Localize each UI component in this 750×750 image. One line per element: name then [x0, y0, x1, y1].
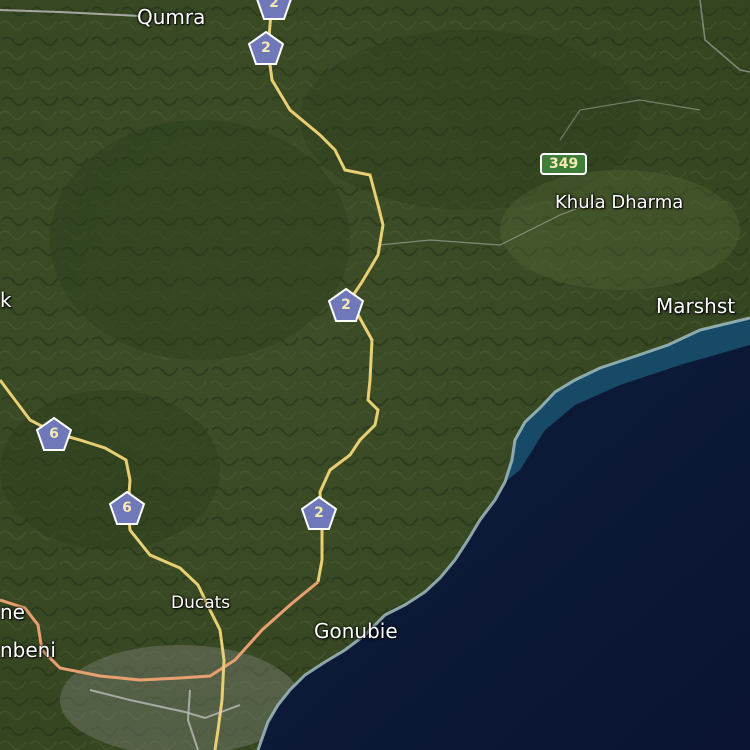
route-shield-label: 2 [261, 40, 271, 56]
place-label-ducats[interactable]: Ducats [171, 595, 230, 612]
route-shield[interactable]: 2 [328, 288, 364, 322]
route-number-box[interactable]: 349 [540, 153, 588, 175]
place-label-marshst[interactable]: Marshst [656, 296, 735, 316]
place-label-k[interactable]: k [0, 290, 12, 310]
route-shield[interactable]: 2 [256, 0, 292, 20]
route-shield-label: 2 [341, 297, 351, 313]
place-label-ne[interactable]: ne [0, 602, 25, 622]
satellite-map[interactable]: Qumra Khula Dharma Marshst k Ducats Gonu… [0, 0, 750, 750]
route-shield[interactable]: 2 [248, 31, 284, 65]
grassland-patch [500, 170, 740, 290]
place-label-gonubie[interactable]: Gonubie [314, 621, 398, 641]
place-label-nbeni[interactable]: nbeni [0, 640, 56, 660]
route-shield-label: 6 [122, 500, 132, 516]
route-shield-label: 2 [269, 0, 279, 11]
forest-patch [50, 120, 350, 360]
forest-patch [0, 390, 220, 550]
route-shield[interactable]: 6 [36, 417, 72, 451]
place-label-qumra[interactable]: Qumra [137, 7, 205, 27]
route-shield[interactable]: 2 [301, 496, 337, 530]
route-shield[interactable]: 6 [109, 491, 145, 525]
place-label-khula-dharma[interactable]: Khula Dharma [555, 194, 683, 212]
route-shield-label: 2 [314, 505, 324, 521]
route-shield-label: 6 [49, 426, 59, 442]
